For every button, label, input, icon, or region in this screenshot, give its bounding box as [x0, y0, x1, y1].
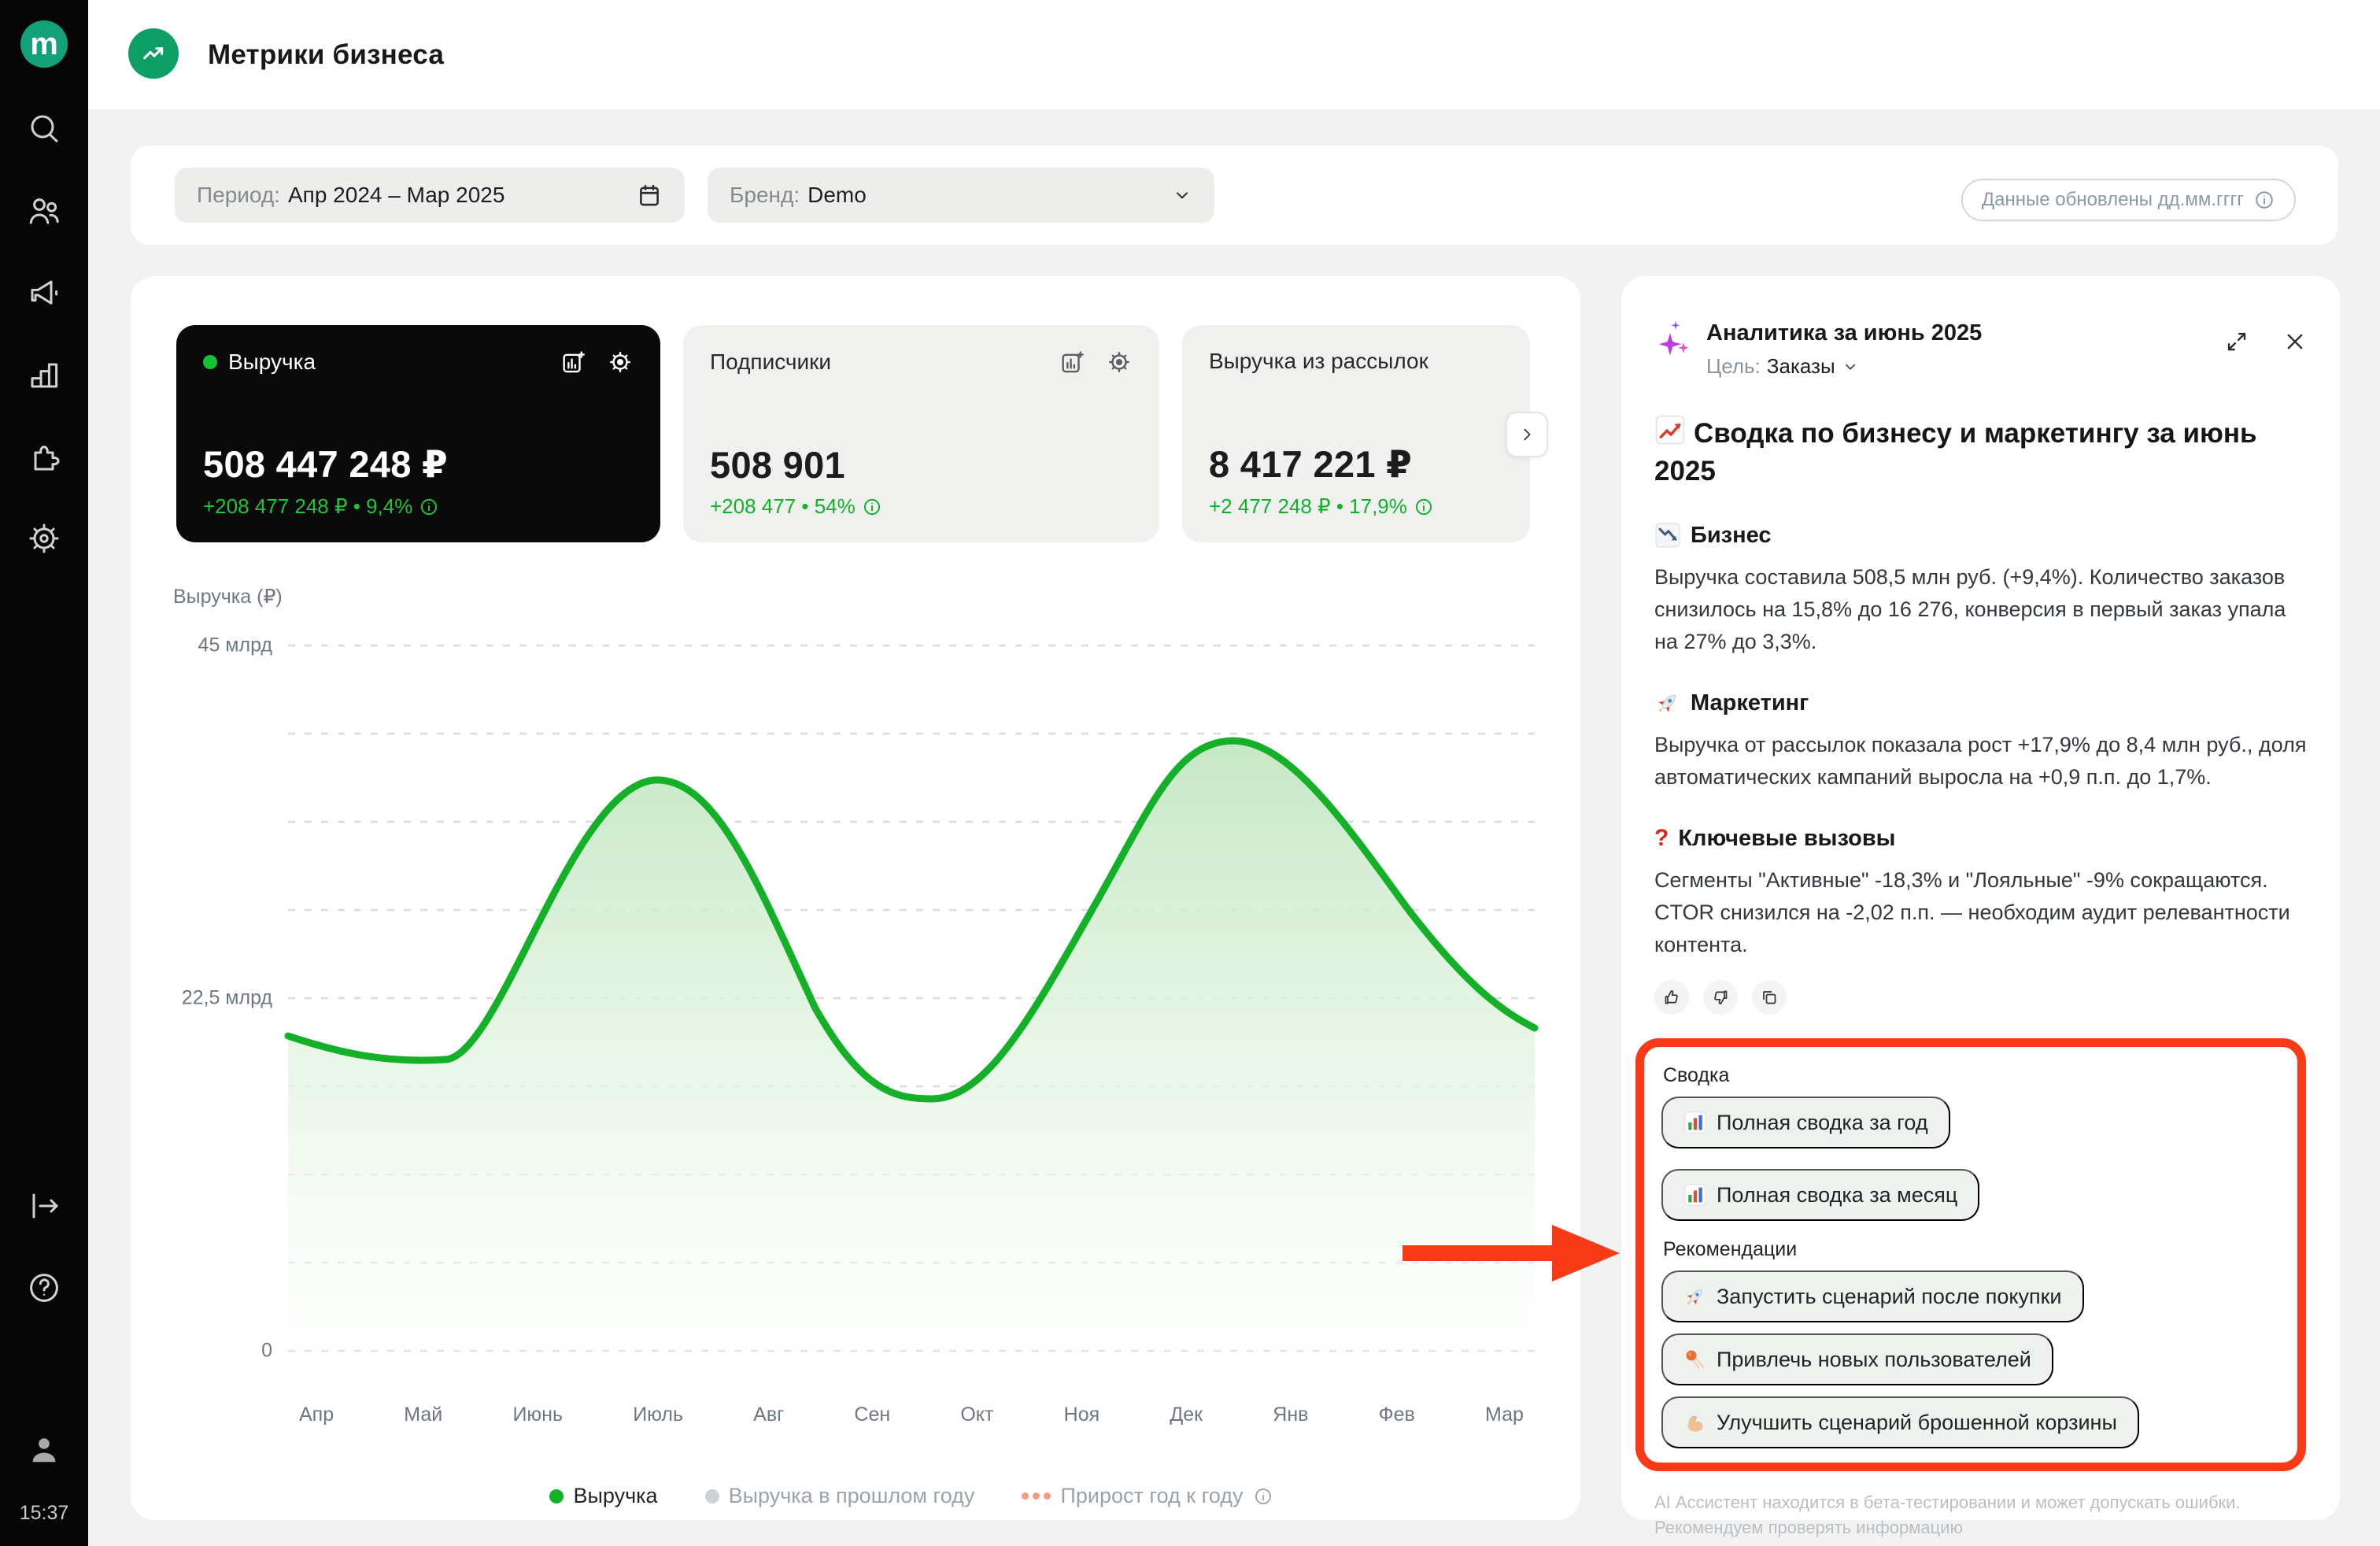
close-icon[interactable]	[2283, 330, 2307, 353]
page-header: Метрики бизнеса	[88, 0, 2380, 109]
full-month-summary-button[interactable]: Полная сводка за месяц	[1661, 1169, 1979, 1221]
legend-dots-orange	[1022, 1492, 1051, 1500]
x-tick: Апр	[299, 1404, 334, 1426]
legend-revenue-last-year[interactable]: Выручка в прошлом году	[705, 1484, 975, 1508]
x-tick: Фев	[1379, 1404, 1415, 1426]
sidebar-nav	[0, 110, 88, 557]
users-icon[interactable]	[25, 192, 63, 230]
ai-panel-title: Аналитика за июнь 2025	[1706, 319, 1982, 347]
x-tick: Июнь	[512, 1404, 563, 1426]
x-axis-labels: Апр Май Июнь Июль Авг Сен Окт Ноя Дек Ян…	[288, 1404, 1535, 1426]
ai-goal-select[interactable]: Цель: Заказы	[1706, 353, 1982, 379]
gear-icon[interactable]	[25, 520, 63, 557]
info-icon[interactable]	[1253, 1486, 1273, 1507]
ai-disclaimer: AI Ассистент находится в бета-тестирован…	[1654, 1490, 2307, 1540]
period-filter[interactable]: Период: Апр 2024 – Мар 2025	[175, 168, 685, 223]
page-title: Метрики бизнеса	[208, 39, 444, 71]
data-updated-badge[interactable]: Данные обновлены дд.мм.гггг	[1961, 179, 2296, 221]
info-icon	[2253, 189, 2275, 211]
red-question-emoji: ?	[1654, 825, 1669, 852]
attract-new-users-button[interactable]: Привлечь новых пользователей	[1661, 1333, 2053, 1385]
full-year-summary-button[interactable]: Полная сводка за год	[1661, 1097, 1950, 1148]
data-updated-text: Данные обновлены дд.мм.гггг	[1982, 189, 2244, 211]
annotation-arrow	[1402, 1222, 1621, 1285]
help-icon[interactable]	[25, 1269, 63, 1307]
x-tick: Авг	[753, 1404, 784, 1426]
bar-chart-emoji	[1683, 1111, 1707, 1134]
user-avatar-icon[interactable]	[25, 1431, 63, 1469]
legend-dot-gray	[705, 1489, 719, 1503]
chevron-down-icon	[1172, 185, 1192, 205]
x-tick: Янв	[1273, 1404, 1308, 1426]
app-root: m	[0, 0, 2380, 1546]
ai-section-business-text: Выручка составила 508,5 млн руб. (+9,4%)…	[1654, 561, 2307, 658]
megaphone-icon[interactable]	[25, 274, 63, 312]
annotation-highlight-box: Сводка Полная сводка за год Полная сводк…	[1635, 1038, 2306, 1471]
search-icon[interactable]	[25, 110, 63, 148]
logout-icon[interactable]	[25, 1187, 63, 1225]
ai-feedback-row	[1654, 980, 2307, 1015]
expand-icon[interactable]	[2225, 330, 2249, 353]
rocket-emoji	[1683, 1285, 1707, 1308]
copy-button[interactable]	[1752, 980, 1787, 1015]
brand-logo[interactable]: m	[20, 20, 68, 68]
legend-yoy-growth[interactable]: Прирост год к году	[1022, 1484, 1273, 1508]
brand-logo-letter: m	[30, 27, 58, 62]
bar-chart-icon[interactable]	[25, 356, 63, 394]
calendar-icon	[636, 182, 663, 209]
sidebar: m	[0, 0, 88, 1546]
brand-value: Demo	[808, 183, 867, 208]
legend-revenue[interactable]: Выручка	[549, 1484, 657, 1508]
brand-label: Бренд:	[730, 183, 800, 208]
chart-decreasing-emoji	[1654, 522, 1681, 549]
trending-up-icon	[128, 28, 179, 79]
chart-legend: Выручка Выручка в прошлом году Прирост г…	[288, 1484, 1535, 1508]
x-tick: Окт	[960, 1404, 993, 1426]
clock: 15:37	[0, 1502, 88, 1525]
legend-dot-green	[549, 1489, 564, 1503]
ai-section-marketing-text: Выручка от рассылок показала рост +17,9%…	[1654, 729, 2307, 793]
ai-section-business-title: Бизнес	[1654, 522, 2307, 549]
x-tick: Май	[404, 1404, 442, 1426]
bar-chart-emoji	[1683, 1183, 1707, 1207]
ai-sparkles-icon	[1654, 320, 1692, 358]
ai-summary-heading: Сводка по бизнесу и маркетингу за июнь 2…	[1654, 414, 2307, 491]
thumbs-up-button[interactable]	[1654, 980, 1689, 1015]
brand-filter[interactable]: Бренд: Demo	[708, 168, 1214, 223]
ai-section-challenges-title: ? Ключевые вызовы	[1654, 825, 2307, 852]
recommendations-label: Рекомендации	[1663, 1238, 2280, 1261]
comet-emoji	[1683, 1348, 1707, 1371]
revenue-area-chart[interactable]	[131, 276, 1580, 1520]
puzzle-icon[interactable]	[25, 438, 63, 475]
ai-section-challenges-text: Сегменты "Активные" -18,3% и "Лояльные" …	[1654, 864, 2307, 961]
x-tick: Ноя	[1064, 1404, 1100, 1426]
metrics-card: Выручка 508 447 248 ₽ +208 477 248 ₽ • 9…	[131, 276, 1580, 1520]
filter-bar: Период: Апр 2024 – Мар 2025 Бренд: Demo …	[131, 146, 2338, 245]
summary-label: Сводка	[1663, 1064, 2280, 1087]
chart-increasing-emoji	[1654, 414, 1686, 446]
x-tick: Мар	[1485, 1404, 1524, 1426]
post-purchase-scenario-button[interactable]: Запустить сценарий после покупки	[1661, 1270, 2084, 1322]
period-value: Апр 2024 – Мар 2025	[288, 183, 504, 208]
thumbs-down-button[interactable]	[1703, 980, 1738, 1015]
ai-goal-value: Заказы	[1767, 353, 1835, 379]
rocket-emoji	[1654, 690, 1681, 716]
x-tick: Сен	[854, 1404, 890, 1426]
ai-section-marketing-title: Маркетинг	[1654, 690, 2307, 716]
x-tick: Дек	[1170, 1404, 1203, 1426]
flex-biceps-emoji	[1683, 1411, 1707, 1434]
improve-abandoned-cart-button[interactable]: Улучшить сценарий брошенной корзины	[1661, 1396, 2139, 1448]
chevron-down-icon	[1842, 358, 1859, 375]
period-label: Период:	[197, 183, 280, 208]
x-tick: Июль	[633, 1404, 683, 1426]
ai-analytics-panel: Аналитика за июнь 2025 Цель: Заказы Свод…	[1621, 276, 2340, 1520]
